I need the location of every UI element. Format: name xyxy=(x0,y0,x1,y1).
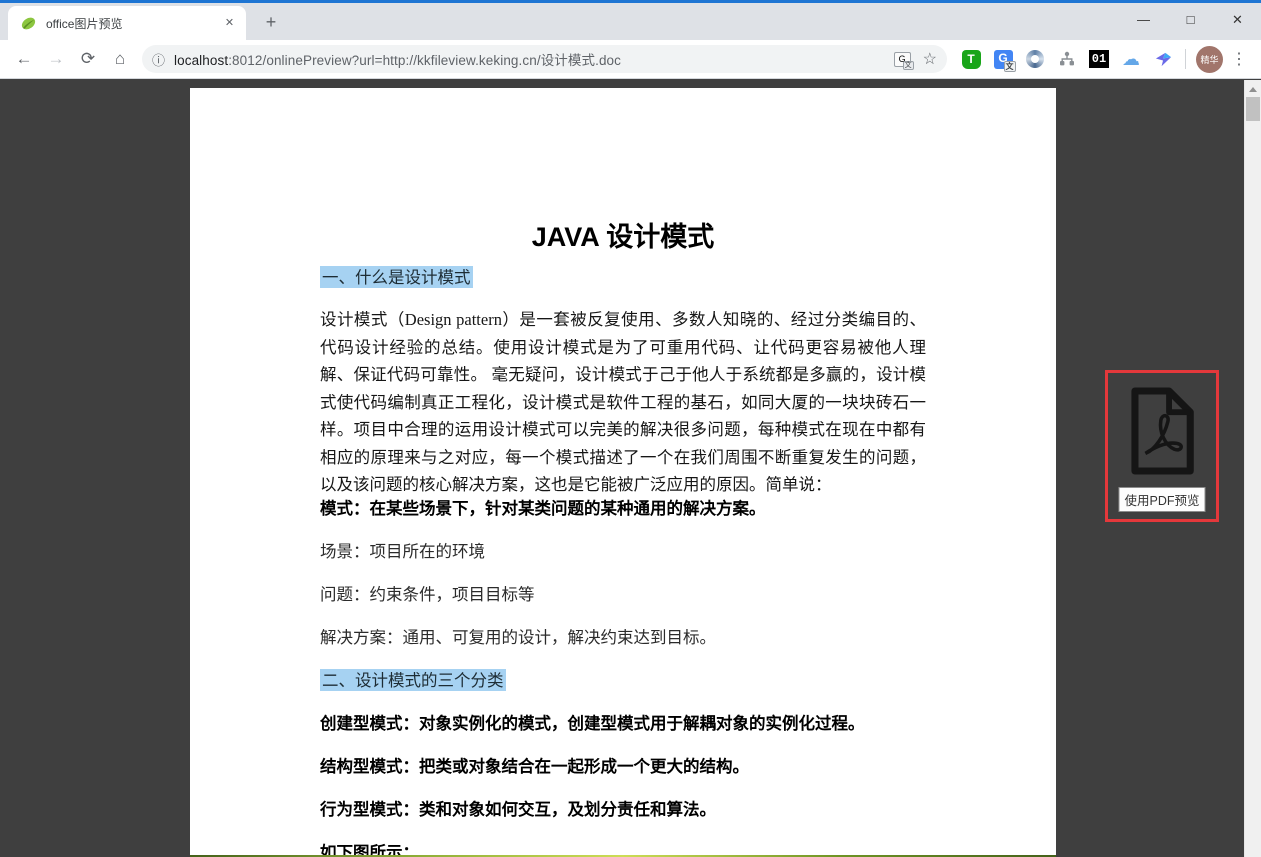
new-tab-button[interactable]: + xyxy=(258,12,284,33)
doc-section-heading: 一、什么是设计模式 xyxy=(320,268,926,288)
address-bar[interactable]: ⓘ localhost:8012/onlinePreview?url=http:… xyxy=(142,45,947,73)
sitemap-extension-icon[interactable] xyxy=(1056,48,1078,70)
doc-paragraph: 设计模式（Design pattern）是一套被反复使用、多数人知晓的、经过分类… xyxy=(320,306,926,499)
doc-line-behavioral: 行为型模式：类和对象如何交互，及划分责任和算法。 xyxy=(320,800,926,820)
reload-button[interactable]: ⟳ xyxy=(74,45,102,73)
browser-toolbar: ← → ⟳ ⌂ ⓘ localhost:8012/onlinePreview?u… xyxy=(0,40,1261,79)
toolbar-separator xyxy=(1185,49,1186,69)
window-controls: — □ ✕ xyxy=(1120,3,1261,36)
close-button[interactable]: ✕ xyxy=(1214,3,1261,36)
tab-strip: office图片预览 ✕ + — □ ✕ xyxy=(0,3,1261,40)
document-title: JAVA 设计模式 xyxy=(320,218,926,256)
doc-line-scene: 场景：项目所在的环境 xyxy=(320,542,926,562)
cloud-extension-icon[interactable]: ☁ xyxy=(1120,48,1142,70)
download-manager-extension-icon[interactable] xyxy=(1024,48,1046,70)
browser-menu-icon[interactable]: ⋮ xyxy=(1227,49,1251,69)
extensions-area: T G文 01 ☁ 精华 ⋮ xyxy=(955,46,1253,73)
vertical-scrollbar[interactable] xyxy=(1244,80,1261,857)
minimize-button[interactable]: — xyxy=(1120,3,1167,36)
site-info-icon[interactable]: ⓘ xyxy=(152,50,165,69)
forward-button: → xyxy=(42,45,70,73)
tab-title: office图片预览 xyxy=(46,15,221,32)
home-button[interactable]: ⌂ xyxy=(106,45,134,73)
doc-line-creational: 创建型模式：对象实例化的模式，创建型模式用于解耦对象的实例化过程。 xyxy=(320,714,926,734)
document-page: JAVA 设计模式 一、什么是设计模式 设计模式（Design pattern）… xyxy=(190,88,1056,857)
doc-heading-2: 二、设计模式的三个分类 xyxy=(320,669,506,691)
url-text[interactable]: localhost:8012/onlinePreview?url=http://… xyxy=(174,49,886,69)
doc-line-solution: 解决方案：通用、可复用的设计，解决约束达到目标。 xyxy=(320,628,926,648)
scrollbar-thumb[interactable] xyxy=(1246,97,1260,121)
google-translate-extension-icon[interactable]: G文 xyxy=(992,48,1014,70)
doc-line-problem: 问题：约束条件，项目目标等 xyxy=(320,585,926,605)
tab-close-icon[interactable]: ✕ xyxy=(221,15,238,32)
bookmark-star-icon[interactable]: ☆ xyxy=(923,49,937,69)
tampermonkey-extension-icon[interactable]: T xyxy=(960,48,982,70)
translate-page-icon[interactable]: G文 xyxy=(894,52,911,67)
bird-extension-icon[interactable] xyxy=(1152,48,1174,70)
maximize-button[interactable]: □ xyxy=(1167,3,1214,36)
back-button[interactable]: ← xyxy=(10,45,38,73)
preview-canvas: JAVA 设计模式 一、什么是设计模式 设计模式（Design pattern）… xyxy=(0,80,1261,857)
spring-leaf-favicon xyxy=(20,15,37,32)
browser-window: office图片预览 ✕ + — □ ✕ ← → ⟳ ⌂ ⓘ localhost… xyxy=(0,0,1261,79)
doc-line-pattern: 模式：在某些场景下，针对某类问题的某种通用的解决方案。 xyxy=(320,499,926,519)
pdf-preview-button[interactable]: 使用PDF预览 xyxy=(1105,370,1219,522)
browser-tab[interactable]: office图片预览 ✕ xyxy=(8,6,246,40)
doc-line-structural: 结构型模式：把类或对象结合在一起形成一个更大的结构。 xyxy=(320,757,926,777)
url-host: localhost xyxy=(174,53,228,68)
pdf-preview-label: 使用PDF预览 xyxy=(1118,487,1205,512)
counter-extension-icon[interactable]: 01 xyxy=(1088,48,1110,70)
doc-heading-1: 一、什么是设计模式 xyxy=(320,266,473,288)
profile-avatar[interactable]: 精华 xyxy=(1196,46,1223,73)
pdf-file-icon xyxy=(1122,385,1202,477)
url-rest: :8012/onlinePreview?url=http://kkfilevie… xyxy=(228,53,621,68)
scrollbar-up-arrow-icon[interactable] xyxy=(1249,87,1257,92)
doc-section-heading: 二、设计模式的三个分类 xyxy=(320,671,926,691)
